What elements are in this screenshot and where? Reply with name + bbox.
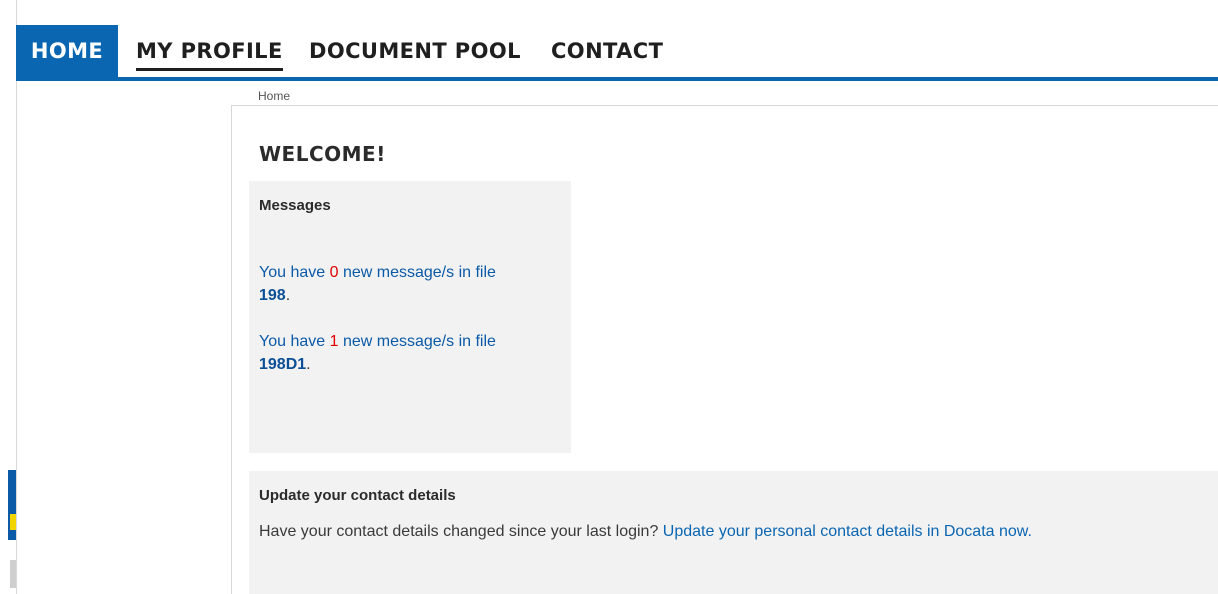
main-navigation: HOME MY PROFILE DOCUMENT POOL CONTACT [16, 25, 1218, 81]
left-edge-yellow-block [10, 514, 16, 530]
messages-panel: Messages You have 0 new message/s in fil… [249, 181, 571, 453]
file-link[interactable]: 198D1 [259, 356, 306, 373]
message-suffix: . [306, 356, 311, 373]
nav-contact[interactable]: CONTACT [551, 25, 663, 77]
breadcrumb-home[interactable]: Home [258, 89, 290, 103]
nav-my-profile[interactable]: MY PROFILE [136, 25, 283, 77]
contact-details-text: Have your contact details changed since … [259, 523, 1032, 541]
contact-details-panel: Update your contact details Have your co… [249, 471, 1218, 594]
message-prefix: You have [259, 264, 326, 281]
message-text: new message/s in file [342, 264, 496, 281]
message-text: new message/s in file [342, 333, 496, 350]
left-window-edge [0, 0, 17, 594]
messages-panel-title: Messages [259, 197, 331, 214]
breadcrumb: Home [231, 86, 1218, 106]
message-count: 0 [329, 264, 339, 281]
nav-home[interactable]: HOME [16, 25, 118, 77]
page-title: WELCOME! [259, 142, 386, 166]
contact-details-title: Update your contact details [259, 487, 456, 504]
update-contact-details-link[interactable]: Update your personal contact details in … [663, 523, 1032, 540]
message-summary: You have 1 new message/s in file 198D1. [259, 330, 549, 376]
message-summary: You have 0 new message/s in file 198. [259, 261, 549, 307]
file-link[interactable]: 198 [259, 287, 286, 304]
message-count: 1 [329, 333, 339, 350]
nav-hover-underline [136, 68, 283, 71]
contact-details-question: Have your contact details changed since … [259, 523, 659, 540]
nav-document-pool[interactable]: DOCUMENT POOL [309, 25, 521, 77]
message-suffix: . [285, 287, 291, 304]
nav-my-profile-label: MY PROFILE [136, 39, 283, 63]
message-prefix: You have [259, 333, 326, 350]
left-edge-gray-block [10, 560, 16, 588]
